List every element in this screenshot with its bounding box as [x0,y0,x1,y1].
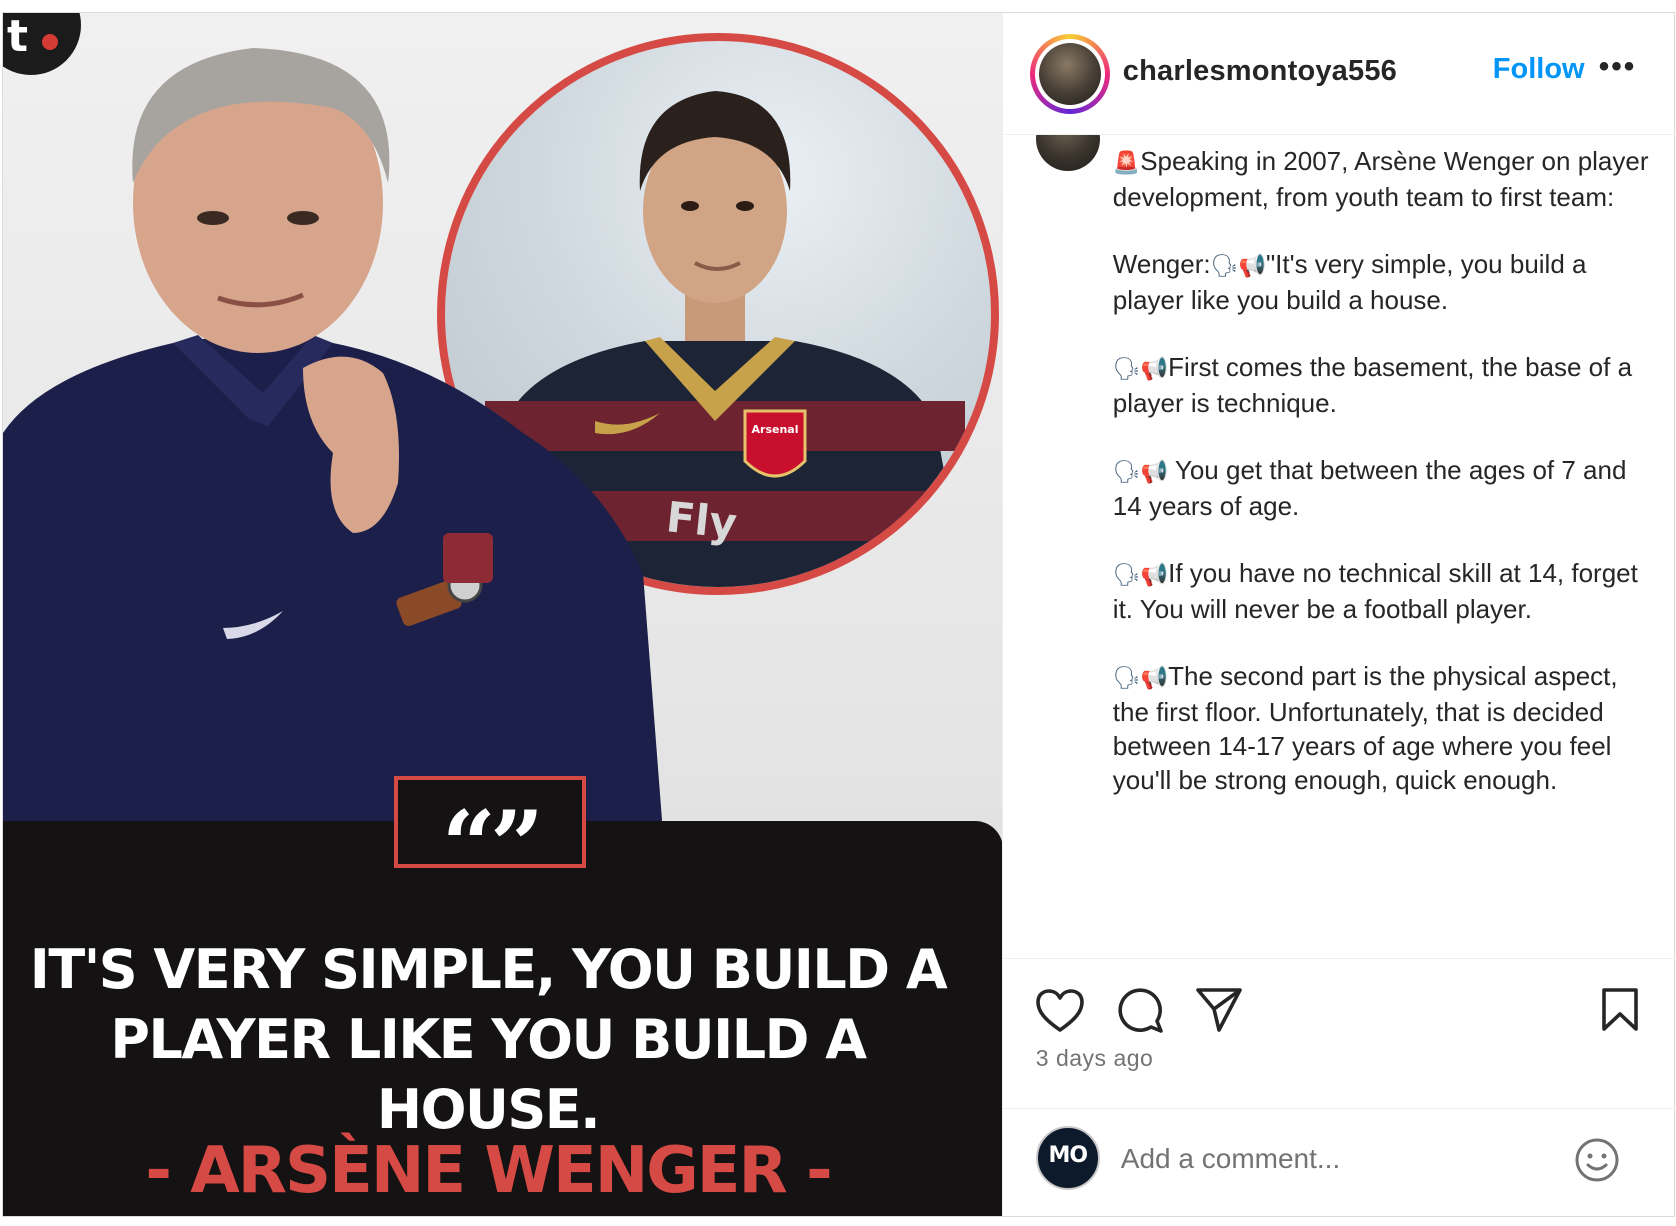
follow-button[interactable]: Follow [1493,53,1585,86]
post-timestamp[interactable]: 3 days ago [1036,1045,1154,1072]
siren-icon: 🚨 [1112,151,1141,176]
megaphone-icon: 📢 [1140,666,1169,692]
caption-paragraph: 🗣📢The second part is the physical aspect… [1113,660,1658,797]
post-actions: 3 days ago [1002,958,1675,1108]
post-side-panel: charlesmontoya556 Follow ••• 🚨Speaking i… [1001,13,1675,1216]
current-user-avatar-text: MO [1048,1143,1088,1168]
emoji-picker-icon[interactable] [1574,1137,1620,1183]
post-header: charlesmontoya556 Follow ••• [1002,13,1675,135]
caption-text: Speaking in 2007, Arsène Wenger on playe… [1112,146,1649,212]
like-heart-icon[interactable] [1035,989,1084,1033]
speaking-head-icon: 🗣 [1112,357,1141,383]
caption-speaker: Wenger: [1112,249,1211,280]
post-image[interactable]: t Arsenal Fly “” IT'S VERY SIMPLE, YOU B… [3,13,1002,1216]
post-caption: 🚨Speaking in 2007, Arsène Wenger on play… [1113,145,1658,831]
caption-scroll-area[interactable]: 🚨Speaking in 2007, Arsène Wenger on play… [1003,135,1675,958]
quote-author: - ARSÈNE WENGER - [145,1134,832,1208]
speaking-head-icon: 🗣 [1112,666,1141,692]
current-user-avatar[interactable]: MO [1035,1126,1100,1190]
megaphone-icon: 📢 [1140,357,1169,383]
club-crest-label: Arsenal [752,423,799,436]
add-comment-bar: MO [1002,1108,1675,1216]
caption-paragraph: 🗣📢If you have no technical skill at 14, … [1113,557,1658,626]
avatar-ring-inner [1034,39,1105,109]
quote-text: IT'S VERY SIMPLE, YOU BUILD A PLAYER LIK… [3,935,973,1145]
manager-photo-illustration [3,48,663,833]
megaphone-icon: 📢 [1140,563,1169,589]
comment-input[interactable] [1120,1137,1571,1181]
caption-paragraph: 🗣📢 You get that between the ages of 7 an… [1113,454,1658,523]
speaking-head-icon: 🗣 [1210,254,1239,280]
share-send-icon[interactable] [1195,987,1243,1033]
speaking-head-icon: 🗣 [1112,563,1141,589]
caption-author-avatar[interactable] [1035,135,1100,171]
megaphone-icon: 📢 [1140,460,1169,486]
caption-paragraph: Wenger:🗣📢"It's very simple, you build a … [1113,248,1658,317]
save-bookmark-icon[interactable] [1600,987,1640,1033]
caption-text: First comes the basement, the base of a … [1112,352,1633,418]
author-username[interactable]: charlesmontoya556 [1123,55,1397,88]
speaking-head-icon: 🗣 [1112,460,1141,486]
author-avatar[interactable] [1029,34,1110,114]
quote-text-line-2: PLAYER LIKE YOU BUILD A HOUSE. [110,1008,867,1141]
comment-icon[interactable] [1116,987,1164,1035]
caption-paragraph: 🚨Speaking in 2007, Arsène Wenger on play… [1113,145,1658,214]
instagram-post-modal: t Arsenal Fly “” IT'S VERY SIMPLE, YOU B… [2,12,1675,1217]
more-options-icon[interactable]: ••• [1599,52,1637,87]
quote-mark-badge: “” [394,776,586,868]
caption-text: If you have no technical skill at 14, fo… [1112,558,1638,625]
caption-text: The second part is the physical aspect, … [1112,661,1618,795]
avatar-photo [1038,43,1101,105]
caption-paragraph: 🗣📢First comes the basement, the base of … [1113,351,1658,420]
caption-text: You get that between the ages of 7 and 1… [1112,455,1627,521]
quote-text-line-1: IT'S VERY SIMPLE, YOU BUILD A [29,938,948,1001]
megaphone-icon: 📢 [1238,254,1266,280]
